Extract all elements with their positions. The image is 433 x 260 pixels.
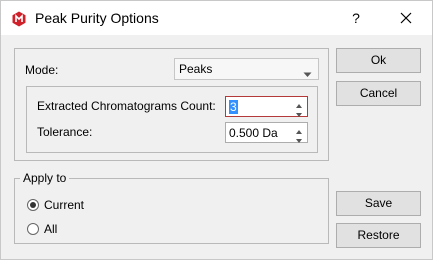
title-bar: Peak Purity Options ?: [1, 1, 432, 35]
tolerance-spinbox[interactable]: 0.500 Da: [225, 122, 308, 143]
count-spinbox[interactable]: 3: [225, 96, 308, 117]
radio-all[interactable]: [27, 223, 39, 235]
radio-current-label[interactable]: Current: [44, 198, 84, 212]
tolerance-value: 0.500 Da: [229, 126, 278, 140]
radio-all-label[interactable]: All: [44, 222, 57, 236]
window-title: Peak Purity Options: [35, 10, 159, 26]
app-logo-icon: [11, 11, 27, 27]
count-label: Extracted Chromatograms Count:: [37, 99, 216, 113]
restore-button[interactable]: Restore: [336, 223, 421, 248]
mode-label: Mode:: [25, 63, 59, 77]
help-button[interactable]: ?: [341, 1, 371, 35]
count-value: 3: [229, 100, 238, 114]
radio-current[interactable]: [27, 199, 39, 211]
mode-select-value: Peaks: [179, 62, 213, 76]
close-button[interactable]: [386, 1, 426, 35]
mode-select[interactable]: Peaks: [174, 58, 319, 80]
tolerance-label: Tolerance:: [37, 125, 93, 139]
ok-button[interactable]: Ok: [336, 48, 421, 73]
chevron-down-icon: [303, 67, 312, 81]
spin-up-icon[interactable]: [294, 99, 304, 108]
cancel-button[interactable]: Cancel: [336, 81, 421, 106]
spin-down-icon[interactable]: [294, 108, 304, 117]
close-icon: [400, 12, 412, 24]
spin-down-icon[interactable]: [294, 134, 304, 143]
apply-to-legend: Apply to: [20, 171, 70, 185]
spin-up-icon[interactable]: [294, 125, 304, 134]
save-button[interactable]: Save: [336, 191, 421, 216]
peak-purity-dialog: Peak Purity Options ? Mode: Peaks Extrac…: [0, 0, 433, 260]
